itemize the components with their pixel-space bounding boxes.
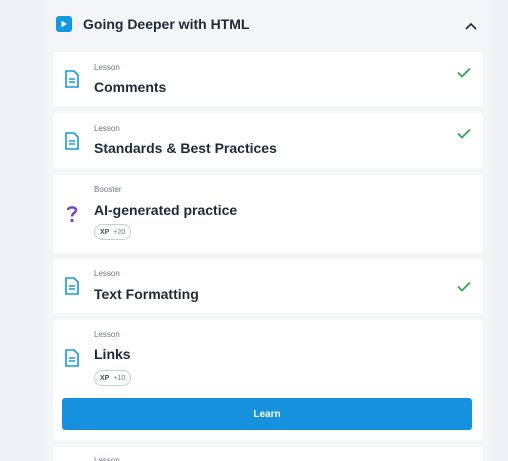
lesson-document-icon [65,132,79,155]
item-kind: Booster [94,185,122,194]
lesson-item-next[interactable]: Lesson [53,447,483,461]
xp-badge: XP +10 [94,370,132,386]
learn-button[interactable]: Learn [62,398,472,430]
item-kind: Lesson [94,124,120,133]
chevron-up-icon[interactable] [465,17,477,35]
check-icon [457,126,471,144]
play-icon [56,16,72,32]
item-kind: Lesson [94,63,120,72]
item-title: AI-generated practice [94,202,238,218]
xp-label: XP [100,374,110,382]
section-title: Going Deeper with HTML [83,16,250,32]
item-title: Links [94,346,131,362]
item-kind: Lesson [94,269,120,278]
xp-label: XP [100,228,110,236]
xp-value: +20 [113,228,126,236]
lesson-item-comments[interactable]: Lesson Comments [53,52,483,106]
lesson-document-icon [65,349,79,372]
item-title: Standards & Best Practices [94,140,277,156]
item-title: Comments [94,79,167,95]
booster-item-ai-practice[interactable]: Booster AI-generated practice XP +20 [53,175,483,253]
item-title: Text Formatting [94,286,199,302]
question-mark-icon [65,204,79,229]
section-header[interactable]: Going Deeper with HTML [53,0,483,48]
item-kind: Lesson [94,330,120,339]
lesson-item-text-formatting[interactable]: Lesson Text Formatting [53,259,483,313]
xp-value: +10 [113,374,126,382]
item-kind: Lesson [94,456,120,461]
lesson-document-icon [65,70,79,93]
xp-badge: XP +20 [94,224,132,240]
lesson-item-links[interactable]: Lesson Links XP +10 Learn [53,320,483,440]
check-icon [457,279,471,297]
check-icon [457,65,471,83]
lesson-document-icon [65,277,79,300]
lesson-item-standards[interactable]: Lesson Standards & Best Practices [53,113,483,168]
